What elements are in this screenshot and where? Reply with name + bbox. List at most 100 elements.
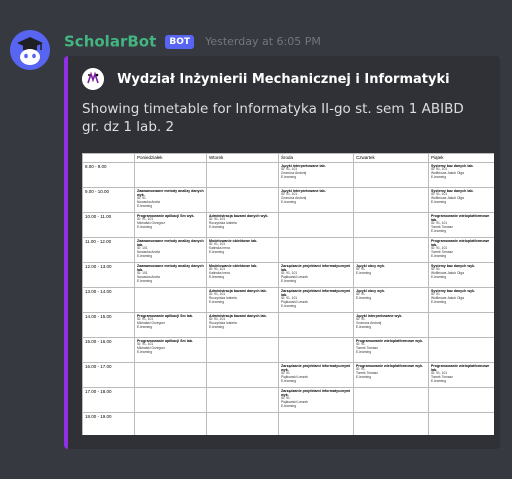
class-entry: Programowanie wieloplatformowe wyk. ID: 9…	[353, 337, 429, 363]
timetable-row: 16.00 - 17.00 Zarządzanie projektami info…	[82, 362, 494, 388]
class-detail: E-learning	[356, 270, 372, 275]
class-detail: E-learning	[209, 274, 225, 279]
class-detail: E-learning	[137, 278, 153, 283]
class-entry: Systemy baz danych wyk. ID: 91 Wollbrowa J…	[428, 287, 494, 313]
empty-slot	[278, 312, 354, 338]
day-header: Poniedziałek	[134, 153, 207, 163]
empty-slot	[206, 387, 279, 413]
empty-slot	[206, 187, 279, 213]
empty-slot	[134, 387, 207, 413]
empty-slot	[206, 362, 279, 388]
day-header: Czwartek	[353, 153, 429, 163]
empty-slot	[428, 337, 494, 363]
empty-slot	[353, 162, 429, 188]
timetable-row: 12.00 - 13.00 Zaawansowane metody analizy…	[82, 262, 494, 288]
empty-slot	[278, 337, 354, 363]
class-detail: E-learning	[281, 199, 297, 204]
embed: Wydział Inżynierii Mechanicznej i Inform…	[64, 56, 500, 449]
class-title: Programowanie wieloplatformowe wyk.	[356, 339, 424, 343]
empty-slot	[353, 187, 429, 213]
username[interactable]: ScholarBot	[64, 33, 156, 51]
empty-slot	[206, 337, 279, 363]
class-detail: E-learning	[209, 324, 225, 329]
class-title: Zarządzanie projektami informatycznymi w…	[281, 364, 351, 372]
empty-slot	[428, 412, 494, 435]
empty-slot	[206, 162, 279, 188]
empty-slot	[206, 412, 279, 435]
timetable-image[interactable]: Poniedziałek Wtorek Środa Czwartek Piątek 8.…	[82, 153, 494, 435]
message-timestamp[interactable]: Yesterday at 6:05 PM	[205, 35, 321, 48]
empty-slot	[278, 412, 354, 435]
class-detail: E-learning	[137, 324, 153, 329]
time-slot: 12.00 - 13.00	[82, 262, 135, 288]
timetable-row: 11.00 - 12.00 Zaawansowane metody analizy…	[82, 237, 494, 263]
class-entry: Języki interpretowane wyk. ID: 91 Gromosz …	[353, 312, 429, 338]
time-slot: 15.00 - 16.00	[82, 337, 135, 363]
day-header: Wtorek	[206, 153, 279, 163]
class-title: Zaawansowane metody analizy danych wyk.	[137, 189, 204, 197]
class-detail: E-learning	[281, 378, 297, 383]
empty-slot	[353, 237, 429, 263]
class-detail: E-learning	[431, 199, 447, 204]
class-entry: Administracja bazami danych lab. ID: 91, …	[206, 312, 279, 338]
class-title: Programowanie wieloplatformowe wyk.	[356, 364, 424, 368]
class-detail: E-learning	[137, 203, 153, 208]
timetable-row: 13.00 - 14.00 Administracja bazami danych…	[82, 287, 494, 313]
timetable-row: 10.00 - 11.00 Programowanie aplikacji Sm …	[82, 212, 494, 238]
bot-avatar[interactable]	[10, 30, 50, 70]
class-detail: E-learning	[356, 295, 372, 300]
class-detail: E-learning	[356, 349, 372, 354]
class-detail: E-learning	[431, 274, 447, 279]
class-entry: Zaawansowane metody analizy danych lab. I…	[134, 237, 207, 263]
bot-tag: BOT	[165, 34, 194, 49]
message-header: ScholarBot BOT Yesterday at 6:05 PM	[64, 31, 321, 51]
class-entry: Systemy baz danych wyk. ID: 91 Wollbrowa J…	[428, 262, 494, 288]
class-entry: Programowanie aplikacji Sm lab. ID: 91, 1…	[134, 337, 207, 363]
class-entry: Zarządzanie projektami informatycznymi w…	[278, 362, 354, 388]
embed-description: Showing timetable for Informatyka II-go …	[82, 101, 464, 135]
class-detail: E-learning	[209, 249, 225, 254]
class-entry: Programowanie wieloplatformowe wyk. ID: 9…	[353, 362, 429, 388]
class-detail: E-learning	[209, 224, 225, 229]
class-detail: E-learning	[209, 299, 225, 304]
chat-message: ScholarBot BOT Yesterday at 6:05 PM Wydz…	[0, 0, 512, 479]
empty-slot	[353, 212, 429, 238]
timetable-header-row: Poniedziałek Wtorek Środa Czwartek Piątek	[82, 153, 494, 163]
class-detail: E-learning	[431, 378, 447, 383]
empty-slot	[134, 362, 207, 388]
class-entry: Systemy baz danych lab. ID: 91, 101 Wollbr…	[428, 187, 494, 213]
class-detail: E-learning	[431, 174, 447, 179]
time-slot: 17.00 - 18.00	[82, 387, 135, 413]
class-entry: Zaawansowane metody analizy danych wyk. I…	[134, 187, 207, 213]
class-detail: E-learning	[281, 403, 297, 408]
day-header: Środa	[278, 153, 354, 163]
embed-author-name[interactable]: Wydział Inżynierii Mechanicznej i Inform…	[117, 72, 449, 87]
timetable-row: 9.00 - 10.00 Zaawansowane metody analizy …	[82, 187, 494, 213]
empty-slot	[134, 162, 207, 188]
class-detail: E-learning	[281, 278, 297, 283]
class-detail: E-learning	[356, 324, 372, 329]
time-slot: 8.00 - 9.00	[82, 162, 135, 188]
class-detail: E-learning	[431, 228, 447, 233]
class-detail: E-learning	[431, 299, 447, 304]
time-slot: 10.00 - 11.00	[82, 212, 135, 238]
timetable-row: 14.00 - 15.00 Programowanie aplikacji Sm …	[82, 312, 494, 338]
time-slot: 14.00 - 15.00	[82, 312, 135, 338]
class-entry: Administracja bazami danych lab. ID: 91, …	[206, 287, 279, 313]
class-detail: E-learning	[137, 253, 153, 258]
class-entry: Modelowanie obiektowe lab. ID: 91, 101 Kal…	[206, 237, 279, 263]
time-slot: 11.00 - 12.00	[82, 237, 135, 263]
class-entry: Zaawansowane metody analizy danych lab. I…	[134, 262, 207, 288]
time-slot: 13.00 - 14.00	[82, 287, 135, 313]
empty-slot	[353, 387, 429, 413]
empty-slot	[353, 412, 429, 435]
class-entry: Administracja bazami danych wyk. ID: 91, …	[206, 212, 279, 238]
class-detail: E-learning	[281, 174, 297, 179]
class-entry: Zarządzanie projektami informatycznymi w…	[278, 387, 354, 413]
empty-slot	[134, 287, 207, 313]
empty-slot	[428, 387, 494, 413]
time-slot: 9.00 - 10.00	[82, 187, 135, 213]
class-entry: Programowanie wieloplatformowe lab. ID: 9…	[428, 212, 494, 238]
university-logo-icon	[82, 68, 104, 90]
class-entry: Języki interpretowane lab. ID: 91, 101 Gro…	[278, 162, 354, 188]
